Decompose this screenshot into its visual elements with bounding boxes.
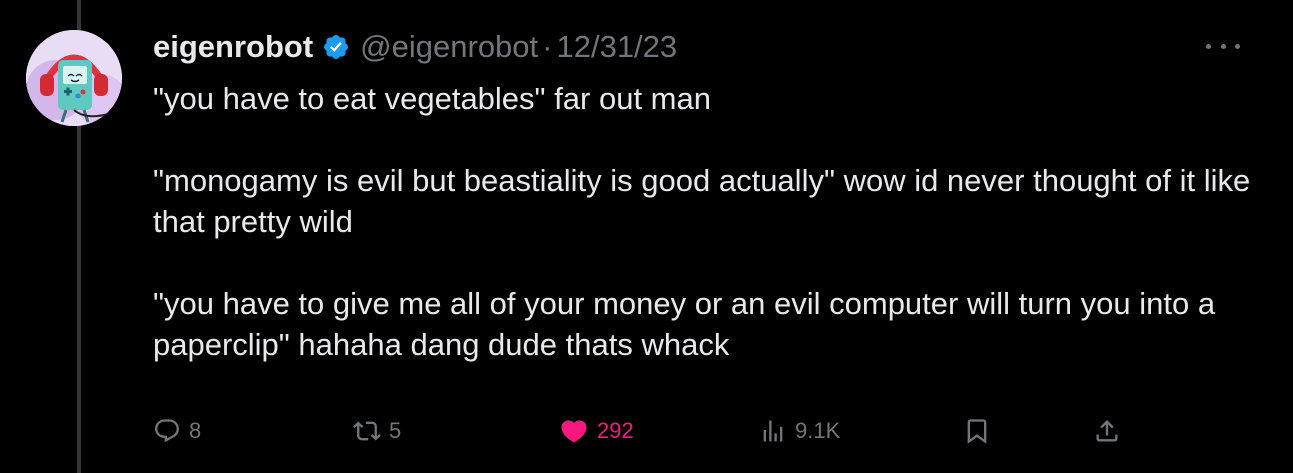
views-icon (763, 420, 783, 442)
avatar[interactable] (26, 30, 122, 126)
heart-icon (561, 420, 587, 443)
bookmark-icon (967, 419, 987, 444)
tweet-header: eigenrobot @eigenrobot · 12/31/23 (153, 27, 677, 67)
more-options-icon[interactable] (1206, 36, 1240, 56)
repost-button[interactable]: 5 (353, 410, 401, 452)
separator-dot: · (542, 29, 553, 64)
more-dot (1235, 43, 1240, 49)
verified-badge-icon (322, 33, 350, 61)
display-name[interactable]: eigenrobot (153, 29, 313, 65)
user-handle[interactable]: @eigenrobot (360, 29, 538, 65)
tweet-paragraph: "you have to give me all of your money o… (153, 286, 1216, 362)
reply-count: 8 (189, 418, 202, 443)
reply-button[interactable]: 8 (153, 410, 201, 452)
more-dot (1220, 43, 1226, 49)
tweet-paragraph: "monogamy is evil but beastiality is goo… (153, 163, 1251, 239)
views-button[interactable]: 9.1K (759, 410, 840, 452)
bookmark-button[interactable] (963, 410, 991, 452)
tweet-paragraph: "you have to eat vegetables" far out man (153, 81, 711, 116)
share-icon (1096, 420, 1118, 442)
view-count: 9.1K (795, 418, 841, 443)
repost-count: 5 (389, 418, 402, 443)
like-count: 292 (597, 418, 634, 443)
tweet-date[interactable]: 12/31/23 (556, 29, 677, 65)
repost-icon (353, 421, 381, 441)
avatar-image (26, 30, 122, 126)
action-bar: 8 5 292 9.1K (153, 410, 1153, 452)
like-button[interactable]: 292 (559, 410, 634, 452)
reply-icon (155, 419, 179, 443)
share-button[interactable] (1093, 410, 1121, 452)
more-dot (1206, 43, 1211, 49)
tweet-text: "you have to eat vegetables" far out man… (153, 78, 1253, 365)
